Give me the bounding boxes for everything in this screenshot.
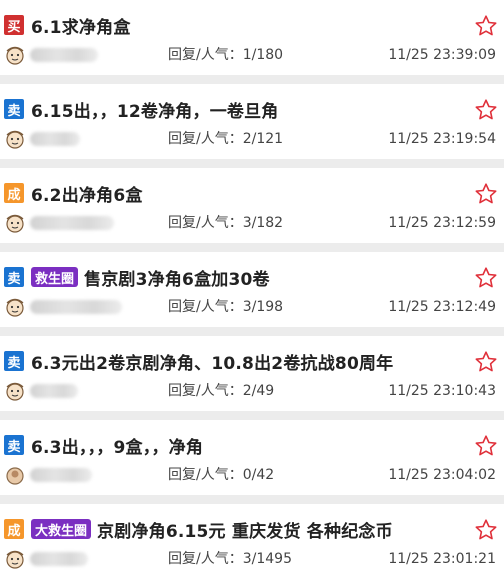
- user-avatar-icon[interactable]: [4, 381, 26, 401]
- author-name-blurred[interactable]: [30, 132, 80, 146]
- post-meta: 回复/人气：3/198 11/25 23:12:49: [4, 297, 496, 317]
- reply-value: 2/121: [242, 131, 284, 147]
- star-icon[interactable]: [474, 14, 498, 38]
- post-meta: 回复/人气：0/42 11/25 23:04:02: [4, 465, 496, 485]
- post-time: 11/25 23:04:02: [388, 467, 496, 483]
- type-badge-done: 成: [4, 519, 24, 539]
- reply-label: 回复/人气：: [168, 467, 243, 483]
- author-name-blurred[interactable]: [30, 216, 114, 230]
- post-item[interactable]: 卖 救生圈 售京剧3净角6盒加30卷 回复/人气：3/198 11/25 23:…: [0, 252, 504, 327]
- reply-count: 回复/人气：2/49: [168, 381, 274, 401]
- user-avatar-icon[interactable]: [4, 297, 26, 317]
- reply-count: 回复/人气：0/42: [168, 465, 274, 485]
- post-time: 11/25 23:10:43: [388, 383, 496, 399]
- group-badge: 救生圈: [31, 267, 79, 287]
- post-time: 11/25 23:12:59: [388, 215, 496, 231]
- post-meta: 回复/人气：3/1495 11/25 23:01:21: [4, 549, 496, 569]
- post-title-row[interactable]: 成 大救生圈 京剧净角6.15元 重庆发货 各种纪念币: [4, 517, 464, 541]
- post-item[interactable]: 买 6.1求净角盒 回复/人气：1/180 11/25 23:39:09: [0, 0, 504, 75]
- post-time: 11/25 23:19:54: [388, 131, 496, 147]
- post-title[interactable]: 6.2出净角6盒: [31, 181, 143, 206]
- post-meta: 回复/人气：2/121 11/25 23:19:54: [4, 129, 496, 149]
- post-meta: 回复/人气：1/180 11/25 23:39:09: [4, 45, 496, 65]
- post-title[interactable]: 6.1求净角盒: [31, 13, 131, 38]
- reply-value: 3/182: [242, 215, 284, 231]
- author-name-blurred[interactable]: [30, 48, 98, 62]
- user-avatar-icon[interactable]: [4, 549, 26, 569]
- reply-count: 回复/人气：3/1495: [168, 549, 292, 569]
- post-title[interactable]: 6.3出，，，9盒，，净角: [31, 433, 203, 458]
- type-badge-sell: 卖: [4, 99, 24, 119]
- post-time: 11/25 23:01:21: [388, 551, 496, 567]
- post-title[interactable]: 6.15出，，12卷净角，一卷旦角: [31, 97, 279, 122]
- post-title-row[interactable]: 卖 6.3元出2卷京剧净角、10.8出2卷抗战80周年: [4, 349, 464, 373]
- reply-label: 回复/人气：: [168, 215, 243, 231]
- reply-value: 0/42: [242, 467, 275, 483]
- author-name-blurred[interactable]: [30, 300, 122, 314]
- reply-count: 回复/人气：3/198: [168, 297, 283, 317]
- type-badge-done: 成: [4, 183, 24, 203]
- star-icon[interactable]: [474, 350, 498, 374]
- reply-value: 3/1495: [242, 551, 292, 567]
- post-item[interactable]: 成 6.2出净角6盒 回复/人气：3/182 11/25 23:12:59: [0, 168, 504, 243]
- post-time: 11/25 23:12:49: [388, 299, 496, 315]
- type-badge-sell: 卖: [4, 267, 24, 287]
- post-item[interactable]: 成 大救生圈 京剧净角6.15元 重庆发货 各种纪念币 回复/人气：3/1495…: [0, 504, 504, 584]
- type-badge-sell: 卖: [4, 435, 24, 455]
- user-avatar-icon[interactable]: [4, 465, 26, 485]
- reply-count: 回复/人气：3/182: [168, 213, 283, 233]
- post-title-row[interactable]: 成 6.2出净角6盒: [4, 181, 464, 205]
- post-title[interactable]: 6.3元出2卷京剧净角、10.8出2卷抗战80周年: [31, 349, 393, 374]
- reply-label: 回复/人气：: [168, 299, 243, 315]
- post-title-row[interactable]: 卖 6.3出，，，9盒，，净角: [4, 433, 464, 457]
- reply-value: 1/180: [242, 47, 284, 63]
- user-avatar-icon[interactable]: [4, 45, 26, 65]
- star-icon[interactable]: [474, 518, 498, 542]
- reply-value: 3/198: [242, 299, 284, 315]
- post-title[interactable]: 售京剧3净角6盒加30卷: [84, 265, 270, 290]
- post-time: 11/25 23:39:09: [388, 47, 496, 63]
- post-item[interactable]: 卖 6.3出，，，9盒，，净角 回复/人气：0/42 11/25 23:04:0…: [0, 420, 504, 495]
- star-icon[interactable]: [474, 98, 498, 122]
- post-item[interactable]: 卖 6.3元出2卷京剧净角、10.8出2卷抗战80周年 回复/人气：2/49 1…: [0, 336, 504, 411]
- post-title[interactable]: 京剧净角6.15元 重庆发货 各种纪念币: [97, 517, 393, 542]
- post-meta: 回复/人气：3/182 11/25 23:12:59: [4, 213, 496, 233]
- reply-label: 回复/人气：: [168, 551, 243, 567]
- reply-label: 回复/人气：: [168, 131, 243, 147]
- reply-value: 2/49: [242, 383, 275, 399]
- author-name-blurred[interactable]: [30, 384, 78, 398]
- post-list: 买 6.1求净角盒 回复/人气：1/180 11/25 23:39:09 卖 6…: [0, 0, 504, 584]
- post-title-row[interactable]: 卖 6.15出，，12卷净角，一卷旦角: [4, 97, 464, 121]
- user-avatar-icon[interactable]: [4, 129, 26, 149]
- group-badge: 大救生圈: [31, 519, 92, 539]
- reply-label: 回复/人气：: [168, 383, 243, 399]
- user-avatar-icon[interactable]: [4, 213, 26, 233]
- star-icon[interactable]: [474, 182, 498, 206]
- star-icon[interactable]: [474, 266, 498, 290]
- post-item[interactable]: 卖 6.15出，，12卷净角，一卷旦角 回复/人气：2/121 11/25 23…: [0, 84, 504, 159]
- post-title-row[interactable]: 卖 救生圈 售京剧3净角6盒加30卷: [4, 265, 464, 289]
- type-badge-sell: 卖: [4, 351, 24, 371]
- post-meta: 回复/人气：2/49 11/25 23:10:43: [4, 381, 496, 401]
- author-name-blurred[interactable]: [30, 552, 88, 566]
- type-badge-buy: 买: [4, 15, 24, 35]
- post-title-row[interactable]: 买 6.1求净角盒: [4, 13, 464, 37]
- reply-label: 回复/人气：: [168, 47, 243, 63]
- reply-count: 回复/人气：2/121: [168, 129, 283, 149]
- author-name-blurred[interactable]: [30, 468, 92, 482]
- reply-count: 回复/人气：1/180: [168, 45, 283, 65]
- star-icon[interactable]: [474, 434, 498, 458]
